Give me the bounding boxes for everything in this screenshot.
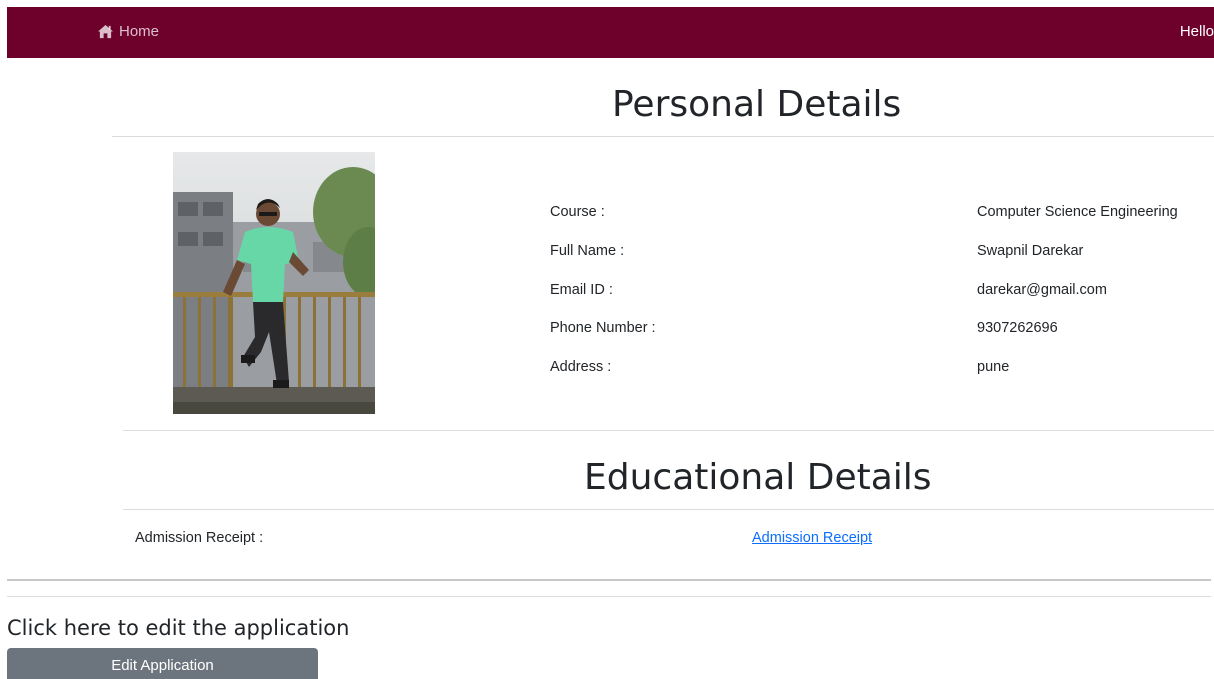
home-nav-link[interactable]: Home <box>97 23 159 40</box>
address-label: Address : <box>550 359 612 375</box>
course-value: Computer Science Engineering <box>977 204 1178 220</box>
profile-photo <box>173 152 375 414</box>
divider <box>7 596 1211 597</box>
personal-details-title: Personal Details <box>612 84 902 125</box>
admission-receipt-link[interactable]: Admission Receipt <box>752 530 872 546</box>
divider <box>123 509 1214 510</box>
email-value: darekar@gmail.com <box>977 282 1107 298</box>
home-icon <box>98 24 113 39</box>
edit-application-button[interactable]: Edit Application <box>7 648 318 679</box>
address-value: pune <box>977 359 1010 375</box>
divider <box>7 579 1211 581</box>
admission-receipt-label: Admission Receipt : <box>135 530 264 546</box>
phone-value: 9307262696 <box>977 320 1058 336</box>
home-label: Home <box>119 23 160 40</box>
full-name-label: Full Name : <box>550 243 625 259</box>
email-label: Email ID : <box>550 282 613 298</box>
phone-label: Phone Number : <box>550 320 656 336</box>
educational-details-title: Educational Details <box>584 457 932 498</box>
course-label: Course : <box>550 204 605 220</box>
page: Home Hello Personal Details Course: Com… <box>0 0 1214 679</box>
edit-prompt: Click here to edit the application <box>7 616 350 640</box>
user-greeting: Hello <box>1179 23 1214 40</box>
top-navbar: Home Hello <box>7 7 1214 58</box>
divider <box>123 430 1214 431</box>
divider <box>112 136 1214 137</box>
full-name-value: Swapnil Darekar <box>977 243 1084 259</box>
